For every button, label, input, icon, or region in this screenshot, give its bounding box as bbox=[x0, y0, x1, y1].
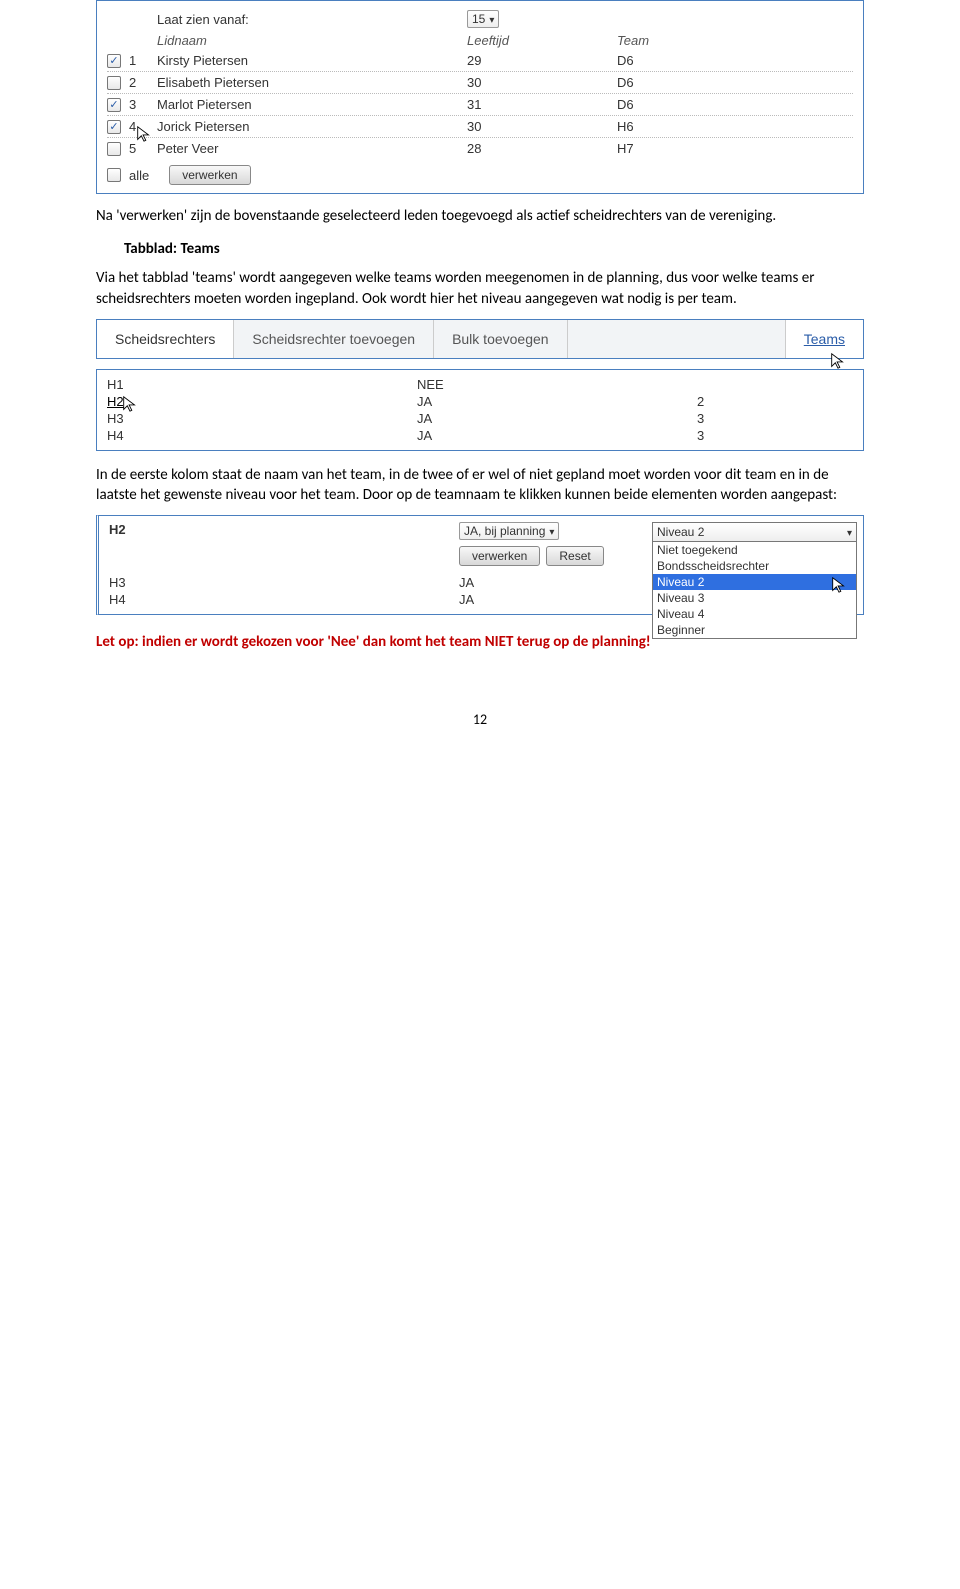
row-team: D6 bbox=[617, 53, 853, 68]
tab-scheidsrechter-toevoegen[interactable]: Scheidsrechter toevoegen bbox=[234, 320, 434, 358]
verwerken-button-2[interactable]: verwerken bbox=[459, 546, 540, 566]
table-row: H3 JA bbox=[109, 574, 857, 591]
col-leeftijd: Leeftijd bbox=[467, 33, 617, 48]
heading-tabblad-teams: Tabblad: Teams bbox=[96, 240, 864, 258]
row-leeftijd: 29 bbox=[467, 53, 617, 68]
niveau-option[interactable]: Niet toegekend bbox=[653, 542, 856, 558]
edit-team-name: H2 bbox=[109, 522, 459, 537]
tab-bulk-toevoegen[interactable]: Bulk toevoegen bbox=[434, 320, 568, 358]
team-level: 2 bbox=[697, 394, 853, 409]
tab-teams[interactable]: Teams bbox=[785, 320, 863, 358]
team-name[interactable]: H3 bbox=[107, 411, 417, 426]
row-team: H7 bbox=[617, 141, 853, 156]
table-row: 2Elisabeth Pietersen30D6 bbox=[107, 72, 853, 94]
row-lidnaam: Marlot Pietersen bbox=[157, 97, 467, 112]
niveau-option[interactable]: Bondsscheidsrechter bbox=[653, 558, 856, 574]
table-row: ✓ 3Marlot Pietersen31D6 bbox=[107, 94, 853, 116]
row-number: 1 bbox=[129, 53, 157, 68]
team-edit-panel: H2 JA, bij planning verwerken Reset Nive… bbox=[96, 515, 864, 615]
show-from-select[interactable]: 15 bbox=[467, 10, 499, 28]
row-lidnaam: Kirsty Pietersen bbox=[157, 53, 467, 68]
verwerken-button[interactable]: verwerken bbox=[169, 165, 250, 185]
page-number: 12 bbox=[96, 711, 864, 728]
team-plan: JA bbox=[417, 394, 697, 409]
cursor-icon bbox=[135, 125, 153, 143]
row-team: D6 bbox=[617, 75, 853, 90]
row-lidnaam: Jorick Pietersen bbox=[157, 119, 467, 134]
team-level bbox=[697, 377, 853, 392]
row-checkbox[interactable] bbox=[107, 142, 121, 156]
row-lidnaam: Peter Veer bbox=[157, 141, 467, 156]
plan-select[interactable]: JA, bij planning bbox=[459, 522, 559, 540]
table-row: ✓ 1Kirsty Pietersen29D6 bbox=[107, 50, 853, 72]
team-name[interactable]: H2 bbox=[107, 394, 417, 409]
paragraph-3: In de eerste kolom staat de naam van het… bbox=[96, 465, 864, 506]
row-team: D6 bbox=[617, 97, 853, 112]
row-leeftijd: 30 bbox=[467, 119, 617, 134]
row-leeftijd: 31 bbox=[467, 97, 617, 112]
teams-table: H1NEEH2JA2H3JA3H4JA3 bbox=[96, 369, 864, 451]
row-checkbox[interactable] bbox=[107, 76, 121, 90]
team-plan: JA bbox=[417, 428, 697, 443]
row-checkbox[interactable]: ✓ bbox=[107, 54, 121, 68]
team-plan: NEE bbox=[417, 377, 697, 392]
table-row: H4 JA bbox=[109, 591, 857, 608]
cursor-icon bbox=[829, 352, 847, 370]
table-row: H2JA2 bbox=[107, 393, 853, 410]
row-number: 5 bbox=[129, 141, 157, 156]
col-lidnaam: Lidnaam bbox=[157, 33, 467, 48]
row-number: 3 bbox=[129, 97, 157, 112]
table-row: H1NEE bbox=[107, 376, 853, 393]
table-row: 5Peter Veer28H7 bbox=[107, 138, 853, 159]
col-team: Team bbox=[617, 33, 853, 48]
alle-label: alle bbox=[129, 168, 149, 183]
table-row: H3JA3 bbox=[107, 410, 853, 427]
paragraph-1: Na 'verwerken' zijn de bovenstaande gese… bbox=[96, 206, 864, 226]
chevron-down-icon bbox=[489, 12, 494, 26]
alle-checkbox[interactable] bbox=[107, 168, 121, 182]
show-from-label: Laat zien vanaf: bbox=[157, 12, 467, 27]
table-row: H4JA3 bbox=[107, 427, 853, 444]
row-lidnaam: Elisabeth Pietersen bbox=[157, 75, 467, 90]
paragraph-2: Via het tabblad 'teams' wordt aangegeven… bbox=[96, 268, 864, 309]
row-checkbox[interactable]: ✓ bbox=[107, 98, 121, 112]
team-name[interactable]: H1 bbox=[107, 377, 417, 392]
row-leeftijd: 28 bbox=[467, 141, 617, 156]
row-checkbox[interactable]: ✓ bbox=[107, 120, 121, 134]
referee-selection-panel: Laat zien vanaf: 15 Lidnaam Leeftijd Tea… bbox=[96, 0, 864, 194]
row-number: 2 bbox=[129, 75, 157, 90]
chevron-down-icon bbox=[847, 525, 852, 539]
team-level: 3 bbox=[697, 411, 853, 426]
team-plan: JA bbox=[417, 411, 697, 426]
tab-scheidsrechters[interactable]: Scheidsrechters bbox=[97, 320, 234, 358]
table-row: ✓4Jorick Pietersen30H6 bbox=[107, 116, 853, 138]
team-name[interactable]: H4 bbox=[107, 428, 417, 443]
reset-button[interactable]: Reset bbox=[546, 546, 603, 566]
team-level: 3 bbox=[697, 428, 853, 443]
niveau-option[interactable]: Niveau 4 bbox=[653, 606, 856, 622]
row-team: H6 bbox=[617, 119, 853, 134]
chevron-down-icon bbox=[549, 524, 554, 538]
tabs-panel: Scheidsrechters Scheidsrechter toevoegen… bbox=[96, 319, 864, 359]
niveau-option[interactable]: Beginner bbox=[653, 622, 856, 638]
row-leeftijd: 30 bbox=[467, 75, 617, 90]
niveau-current: Niveau 2 bbox=[657, 525, 704, 539]
